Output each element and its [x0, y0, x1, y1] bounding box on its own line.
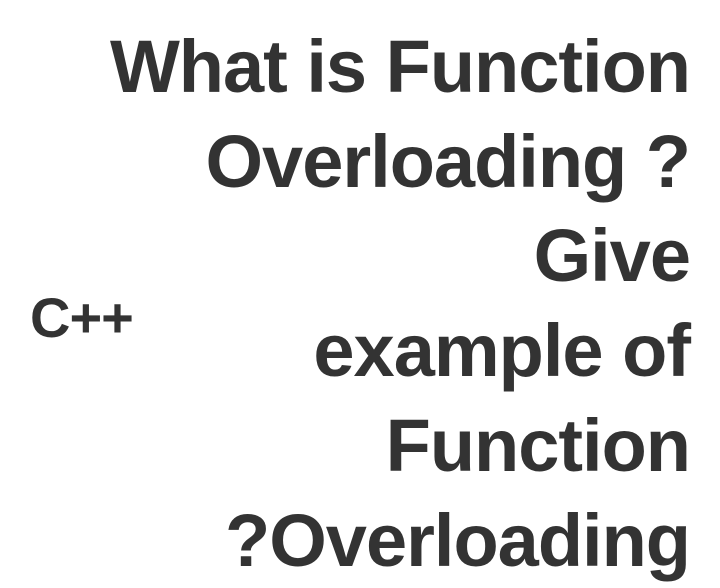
heading-line-5: ?Overloading — [30, 494, 690, 588]
heading-line-4: Function — [30, 399, 690, 494]
language-label: C++ — [30, 285, 133, 350]
heading-line-1: What is Function — [30, 20, 690, 115]
heading-line-2: Overloading ? Give — [30, 115, 690, 304]
document-container: What is Function Overloading ? Give exam… — [0, 0, 720, 531]
